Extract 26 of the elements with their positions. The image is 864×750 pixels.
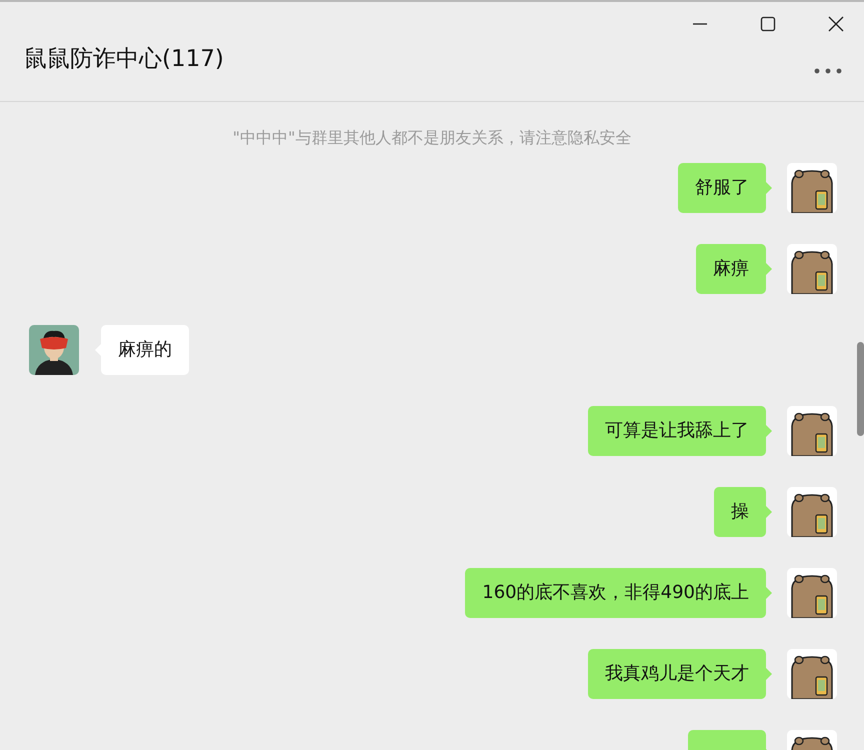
bear-avatar[interactable] <box>787 649 837 699</box>
bubble-tail <box>766 668 772 680</box>
maximize-icon[interactable] <box>760 16 776 32</box>
bubble-tail <box>766 587 772 599</box>
message-bubble[interactable]: 麻痹的 <box>101 325 189 375</box>
bubble-tail <box>766 506 772 518</box>
bear-avatar[interactable] <box>787 487 837 537</box>
bubble-tail <box>766 263 772 275</box>
bubble-tail <box>766 425 772 437</box>
avatar[interactable] <box>29 325 79 375</box>
message-bubble[interactable]: 我真鸡儿是个天才 <box>588 649 766 699</box>
close-icon[interactable] <box>828 16 844 32</box>
message-bubble[interactable]: 可算是让我舔上了 <box>588 406 766 456</box>
bear-avatar[interactable] <box>787 163 837 213</box>
more-icon[interactable] <box>814 68 842 74</box>
chat-title: 鼠鼠防诈中心(117) <box>24 44 224 74</box>
bubble-tail <box>766 182 772 194</box>
message-bubble[interactable]: 160的底不喜欢，非得490的底上 <box>465 568 766 618</box>
bear-avatar[interactable] <box>787 568 837 618</box>
scrollbar[interactable] <box>857 342 864 436</box>
message-bubble[interactable]: 舒服了 <box>678 163 766 213</box>
bear-avatar[interactable] <box>787 406 837 456</box>
privacy-notice: "中中中"与群里其他人都不是朋友关系，请注意隐私安全 <box>232 128 632 149</box>
message-bubble[interactable]: 麻痹 <box>696 244 766 294</box>
bear-avatar[interactable] <box>787 244 837 294</box>
message-bubble[interactable]: 操 <box>714 487 766 537</box>
